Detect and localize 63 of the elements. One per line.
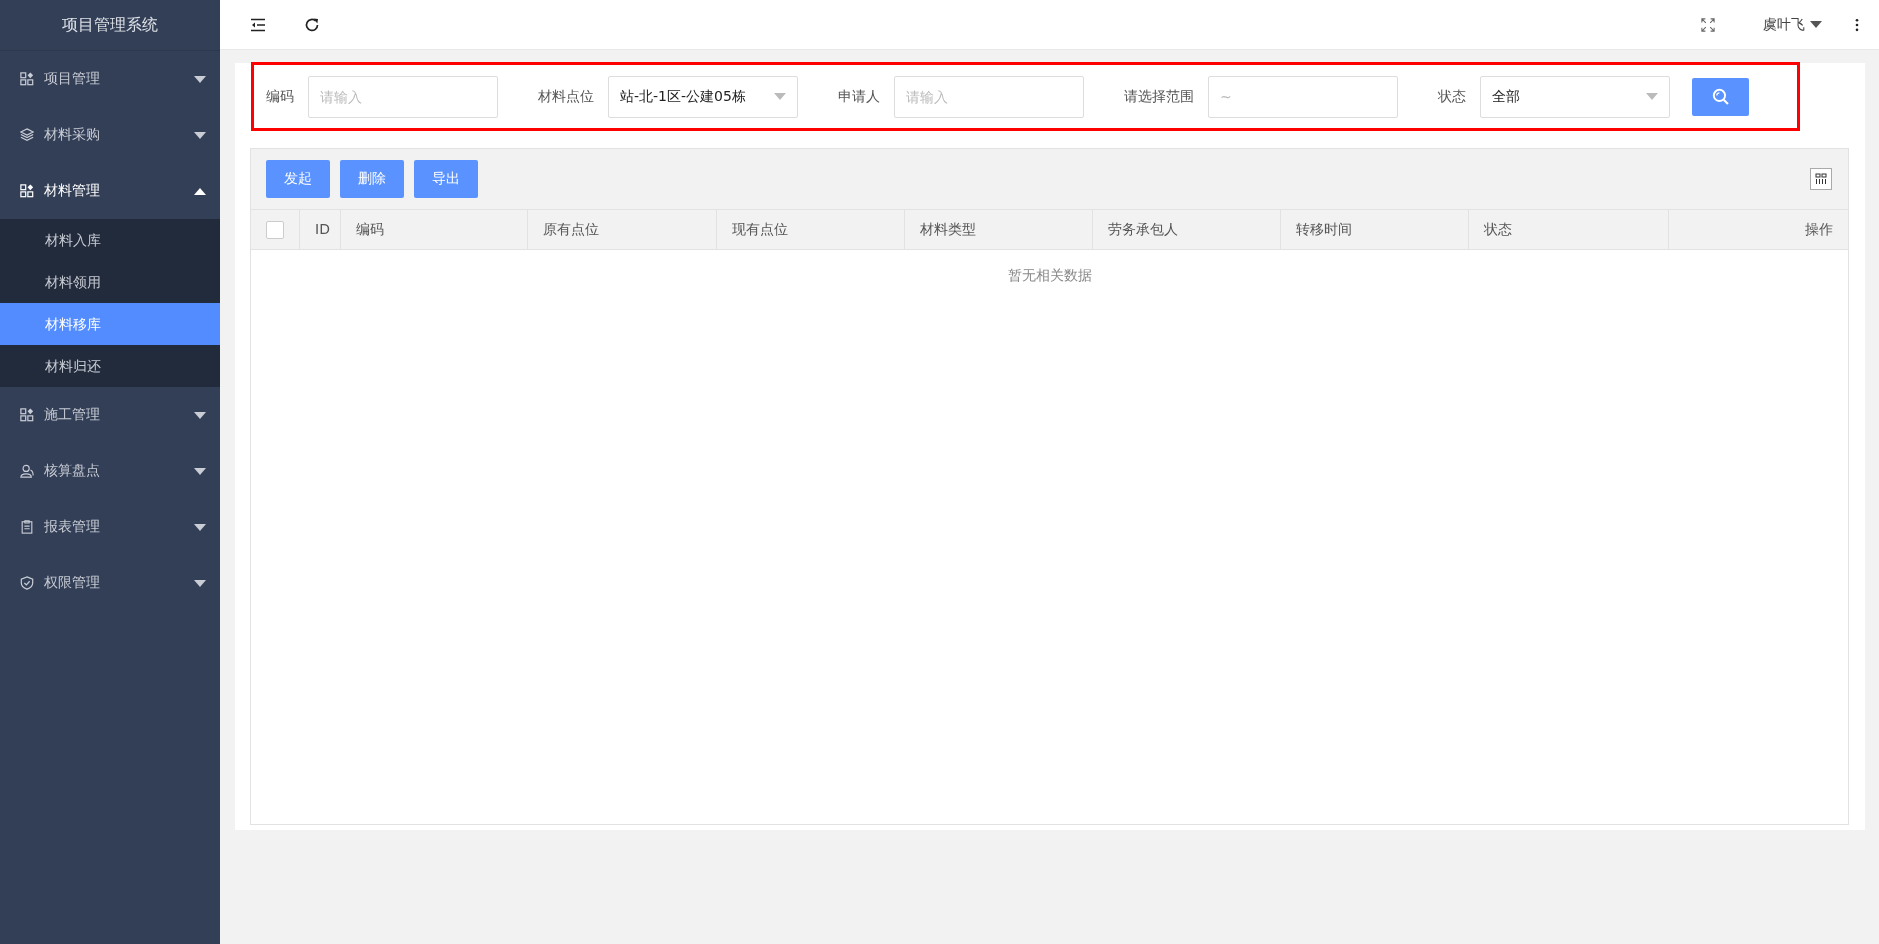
columns-icon[interactable] bbox=[1810, 168, 1832, 190]
menu-label: 材料管理 bbox=[44, 182, 101, 200]
filter-label: 申请人 bbox=[838, 87, 880, 106]
empty-message: 暂无相关数据 bbox=[1007, 267, 1092, 285]
layers-icon bbox=[20, 128, 34, 142]
column-header: 编码 bbox=[356, 221, 384, 237]
search-button[interactable] bbox=[1692, 77, 1749, 116]
input-field[interactable]: ~ bbox=[1208, 75, 1398, 118]
select-field[interactable]: 全部 bbox=[1480, 75, 1670, 118]
menu-item[interactable]: 材料采购 bbox=[0, 107, 220, 163]
select-field[interactable]: 站-北-1区-公建05栋 bbox=[608, 75, 798, 118]
menu-label: 项目管理 bbox=[44, 70, 101, 88]
column-header: 操作 bbox=[1805, 221, 1833, 237]
menu-label: 权限管理 bbox=[44, 574, 101, 592]
more-icon[interactable] bbox=[1855, 17, 1859, 32]
filter-label: 编码 bbox=[266, 87, 294, 106]
column-header: 原有点位 bbox=[543, 221, 599, 237]
caret-icon bbox=[1810, 21, 1822, 28]
menu-item[interactable]: 核算盘点 bbox=[0, 443, 220, 499]
filter-label: 状态 bbox=[1438, 87, 1466, 106]
menu-label: 材料采购 bbox=[44, 126, 101, 144]
column-header: 状态 bbox=[1484, 221, 1512, 237]
column-header: ID bbox=[315, 221, 330, 237]
column-header: 劳务承包人 bbox=[1108, 221, 1178, 237]
caret-icon bbox=[1646, 93, 1658, 100]
caret-icon bbox=[194, 75, 206, 83]
input-field[interactable]: 请输入 bbox=[894, 75, 1084, 118]
submenu-item[interactable]: 材料领用 bbox=[0, 261, 220, 303]
input-field[interactable]: 请输入 bbox=[308, 75, 498, 118]
user-icon bbox=[20, 464, 34, 478]
menu-label: 核算盘点 bbox=[44, 462, 101, 480]
clipboard-icon bbox=[20, 520, 34, 534]
filter-label: 请选择范围 bbox=[1124, 87, 1194, 106]
caret-icon bbox=[194, 467, 206, 475]
menu-item[interactable]: 施工管理 bbox=[0, 387, 220, 443]
menu-label: 施工管理 bbox=[44, 406, 101, 424]
filter-label: 材料点位 bbox=[538, 87, 594, 106]
search-icon bbox=[1712, 88, 1729, 105]
menu-item[interactable]: 项目管理 bbox=[0, 51, 220, 107]
grid-icon bbox=[20, 72, 34, 86]
caret-icon bbox=[194, 579, 206, 587]
fullscreen-icon[interactable] bbox=[1701, 17, 1715, 32]
column-header: 转移时间 bbox=[1296, 221, 1352, 237]
submenu-item[interactable]: 材料归还 bbox=[0, 345, 220, 387]
grid-icon bbox=[20, 184, 34, 198]
menu-item[interactable]: 材料管理 bbox=[0, 163, 220, 219]
menu-icon[interactable] bbox=[250, 16, 266, 33]
shield-icon bbox=[20, 576, 34, 590]
caret-icon bbox=[194, 411, 206, 419]
caret-icon bbox=[194, 523, 206, 531]
column-header: 材料类型 bbox=[920, 221, 976, 237]
select-all-checkbox[interactable] bbox=[266, 220, 284, 239]
menu-item[interactable]: 权限管理 bbox=[0, 555, 220, 611]
refresh-icon[interactable] bbox=[304, 16, 320, 33]
caret-icon bbox=[774, 93, 786, 100]
column-header: 现有点位 bbox=[732, 221, 788, 237]
caret-icon bbox=[194, 187, 206, 195]
caret-icon bbox=[194, 131, 206, 139]
menu-label: 报表管理 bbox=[44, 518, 101, 536]
grid-icon bbox=[20, 408, 34, 422]
user-menu[interactable]: 虞叶飞 bbox=[1763, 15, 1822, 34]
menu-item[interactable]: 报表管理 bbox=[0, 499, 220, 555]
submenu-item[interactable]: 材料入库 bbox=[0, 219, 220, 261]
